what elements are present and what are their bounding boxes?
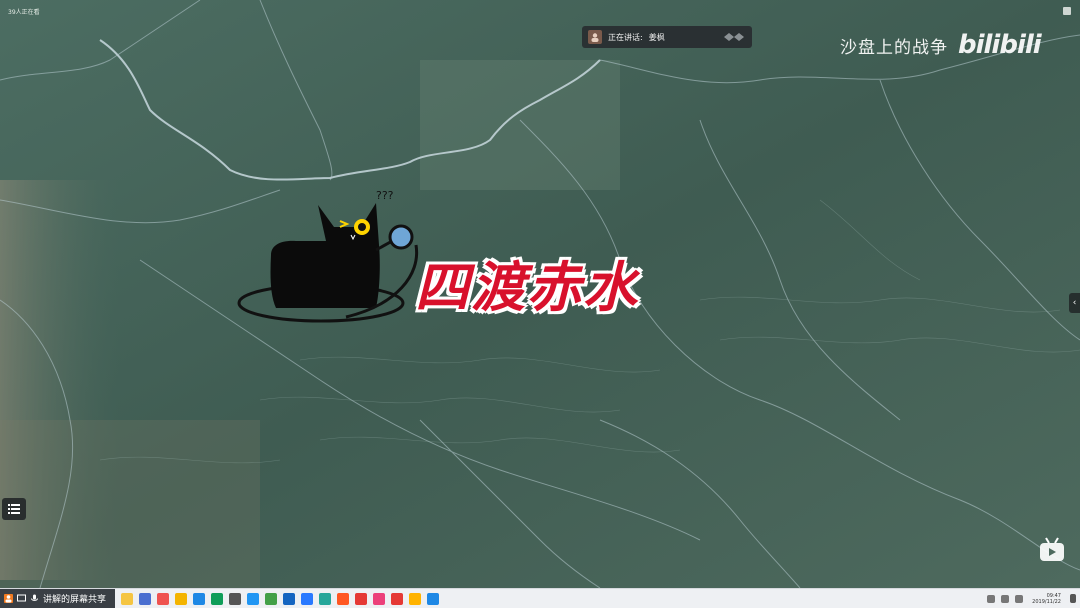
menu-icon[interactable]	[1063, 7, 1071, 15]
app-icon-8[interactable]	[265, 592, 277, 605]
app-icon-10[interactable]	[301, 592, 313, 605]
app-icon-2[interactable]	[157, 592, 169, 605]
microphone-icon	[31, 594, 38, 601]
list-icon	[8, 504, 20, 514]
app-icon-13[interactable]	[355, 592, 367, 605]
file-explorer-icon[interactable]	[121, 592, 133, 605]
app-icon-12[interactable]	[337, 592, 349, 605]
app-icon-1[interactable]	[139, 592, 151, 605]
app-icon-14[interactable]	[373, 592, 385, 605]
channel-watermark: 沙盘上的战争 bilibili	[840, 30, 1042, 60]
volume-icon[interactable]	[1001, 594, 1010, 603]
bilibili-logo: bilibili	[958, 30, 1042, 60]
clock[interactable]: 09:47 2019/11/22	[1032, 593, 1061, 605]
channel-name: 沙盘上的战争	[840, 37, 948, 58]
app-icon-4[interactable]	[193, 592, 205, 605]
battery-icon[interactable]	[1015, 594, 1024, 603]
viewer-count: 39人正在看	[8, 9, 40, 16]
speaking-label: 正在讲话:	[608, 32, 643, 42]
speaker-name: 姜枫	[648, 32, 665, 42]
system-tray: 09:47 2019/11/22	[984, 593, 1080, 605]
expand-panel-button[interactable]: ‹	[1069, 293, 1080, 313]
clock-date: 2019/11/22	[1032, 598, 1061, 605]
app-icon-9[interactable]	[283, 592, 295, 605]
question-marks: ???	[376, 189, 394, 202]
screen-share-bar[interactable]: 讲解的屏幕共享	[0, 589, 115, 608]
app-icon-17[interactable]	[427, 592, 439, 605]
network-icon[interactable]	[987, 594, 996, 603]
app-icon-11[interactable]	[319, 592, 331, 605]
black-cat-mascot-icon: ???	[237, 189, 419, 323]
app-icon-7[interactable]	[247, 592, 259, 605]
bilibili-tv-icon	[1040, 537, 1064, 561]
app-icon-15[interactable]	[391, 592, 403, 605]
list-menu-button[interactable]	[2, 498, 26, 520]
avatar	[588, 30, 602, 44]
app-icon-16[interactable]	[409, 592, 421, 605]
notification-icon[interactable]	[1070, 594, 1076, 603]
taskbar: 讲解的屏幕共享 09:47 2019/11/22	[0, 588, 1080, 608]
audio-wave-icon	[724, 33, 744, 41]
user-icon	[4, 594, 13, 603]
screen-share-label: 讲解的屏幕共享	[43, 595, 107, 605]
screen-icon	[17, 594, 26, 602]
chevron-left-icon: ‹	[1072, 298, 1077, 308]
video-title: 四渡赤水	[414, 255, 639, 321]
app-icon-5[interactable]	[211, 592, 223, 605]
app-icon-3[interactable]	[175, 592, 187, 605]
speaking-indicator: 正在讲话: 姜枫	[582, 26, 752, 48]
app-icon-6[interactable]	[229, 592, 241, 605]
